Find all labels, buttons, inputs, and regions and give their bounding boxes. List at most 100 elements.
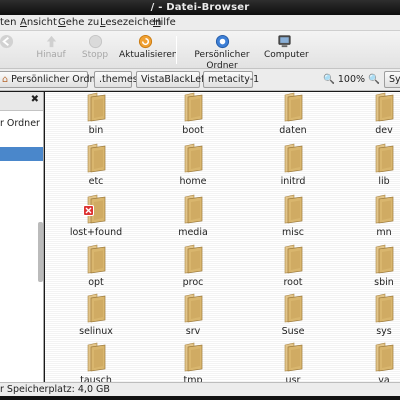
folder-item[interactable]: selinux <box>61 293 131 337</box>
folder-item[interactable]: sbin <box>349 244 400 288</box>
folder-label: Suse <box>281 326 305 337</box>
menu-hilfe[interactable]: Hilfe <box>153 15 176 31</box>
folder-label: etc <box>88 176 104 187</box>
folder-label: home <box>179 176 207 187</box>
folder-label: boot <box>182 125 204 136</box>
sidebar: ✖ r Ordner <box>0 92 44 382</box>
crumb-home[interactable]: ⌂ Persönlicher Ordner <box>0 71 105 88</box>
sidebar-header: ✖ <box>0 92 43 111</box>
folder-item[interactable]: va <box>349 342 400 382</box>
folder-item[interactable]: bin <box>61 92 131 136</box>
folder-item[interactable]: boot <box>158 92 228 136</box>
crumb-themes[interactable]: .themes <box>94 71 138 88</box>
folder-label: root <box>283 277 303 288</box>
folder-icon <box>284 293 303 323</box>
zoom-icon: 🔍 <box>323 74 335 85</box>
folder-item[interactable]: srv <box>158 293 228 337</box>
folder-label: sys <box>376 326 392 337</box>
reload-button[interactable]: Aktualisieren <box>119 34 178 61</box>
folder-label: tmp <box>183 375 203 382</box>
menu-gehe-zu[interactable]: Gehe zu <box>58 15 99 31</box>
menu-mnemonic: A <box>20 17 27 28</box>
crumb-label: Persönlicher Ordner <box>11 74 106 85</box>
menu-mnemonic: H <box>153 17 161 28</box>
folder-item[interactable]: Suse <box>258 293 328 337</box>
crumb-metacity[interactable]: metacity-1 <box>203 71 259 88</box>
menu-label: nsicht <box>26 17 57 28</box>
folder-item[interactable]: tmp <box>158 342 228 382</box>
folder-item[interactable]: etc <box>61 143 131 187</box>
stop-label: Stopp <box>81 50 109 60</box>
folder-item[interactable]: home <box>158 143 228 187</box>
computer-button[interactable]: Computer <box>264 34 309 61</box>
folder-icon <box>87 293 106 323</box>
folder-label: sbin <box>374 277 394 288</box>
menu-ansicht[interactable]: Ansicht <box>20 15 57 31</box>
view-as-button[interactable]: Sy <box>384 71 400 88</box>
folder-item[interactable]: mn <box>349 194 400 238</box>
folder-label: tausch <box>80 375 112 382</box>
folder-item[interactable]: daten <box>258 92 328 136</box>
folder-label: bin <box>88 125 104 136</box>
home-button[interactable]: Persönlicher Ordner <box>183 34 261 72</box>
folder-item[interactable]: initrd <box>258 143 328 187</box>
folder-item[interactable]: usr <box>258 342 328 382</box>
zoom-control[interactable]: 🔍 100% 🔍 <box>323 72 380 87</box>
folder-item[interactable]: dev <box>349 92 400 136</box>
stop-button[interactable]: Stopp <box>80 34 110 61</box>
folder-icon <box>375 342 394 372</box>
close-icon[interactable]: ✖ <box>31 94 39 105</box>
sidebar-scrollbar[interactable] <box>38 222 43 282</box>
menu-label: ilfe <box>160 17 176 28</box>
menu-label: ehe zu <box>65 17 100 28</box>
folder-label: opt <box>88 277 104 288</box>
folder-item[interactable]: lib <box>349 143 400 187</box>
sidebar-item-selected[interactable] <box>0 147 43 161</box>
folder-label: dev <box>375 125 393 136</box>
folder-icon <box>284 244 303 274</box>
folder-icon <box>184 244 203 274</box>
folder-icon <box>184 143 203 173</box>
folder-item[interactable]: tausch <box>61 342 131 382</box>
folder-item[interactable]: misc <box>258 194 328 238</box>
folder-icon <box>375 143 394 173</box>
reload-label: Aktualisieren <box>119 50 178 60</box>
folder-icon <box>184 92 203 122</box>
folder-item[interactable]: root <box>258 244 328 288</box>
menu-datei[interactable]: ten <box>0 15 16 31</box>
zoom-level: 100% <box>337 74 366 85</box>
folder-item[interactable]: media <box>158 194 228 238</box>
folder-icon <box>284 194 303 224</box>
statusbar: r Speicherplatz: 4,0 GB <box>0 382 400 396</box>
folder-icon <box>87 92 106 122</box>
computer-icon <box>277 35 291 48</box>
crumb-label: .themes <box>99 74 138 85</box>
toolbar: Hinauf Stopp Aktualisieren Persönlicher … <box>0 31 400 72</box>
sidebar-item-home[interactable]: r Ordner <box>0 117 43 131</box>
folder-label: va <box>378 375 390 382</box>
location-bar: ⌂ Persönlicher Ordner .themes VistaBlack… <box>0 69 400 91</box>
file-grid[interactable]: bin boot daten dev etc home initrd lib lost+foun… <box>45 92 400 382</box>
window-bottom-edge <box>0 396 400 400</box>
folder-item[interactable]: proc <box>158 244 228 288</box>
folder-icon <box>375 194 394 224</box>
folder-label: daten <box>279 125 307 136</box>
folder-item[interactable]: opt <box>61 244 131 288</box>
folder-icon <box>87 342 106 372</box>
folder-label: initrd <box>280 176 306 187</box>
back-button[interactable] <box>0 34 16 50</box>
folder-label: selinux <box>79 326 113 337</box>
folder-item[interactable]: sys <box>349 293 400 337</box>
folder-icon <box>284 143 303 173</box>
menu-label: ten <box>0 17 17 28</box>
crumb-vistablackleft[interactable]: VistaBlackLeft <box>136 71 208 88</box>
window-titlebar[interactable]: / - Datei-Browser <box>0 0 400 15</box>
folder-label: usr <box>285 375 301 382</box>
menu-mnemonic: G <box>58 17 66 28</box>
back-arrow-icon <box>0 34 13 49</box>
zoom-in-icon[interactable]: 🔍 <box>368 74 380 85</box>
up-button[interactable]: Hinauf <box>35 34 67 61</box>
folder-icon <box>87 143 106 173</box>
reload-icon <box>138 34 152 49</box>
folder-item[interactable]: lost+found <box>61 194 131 238</box>
